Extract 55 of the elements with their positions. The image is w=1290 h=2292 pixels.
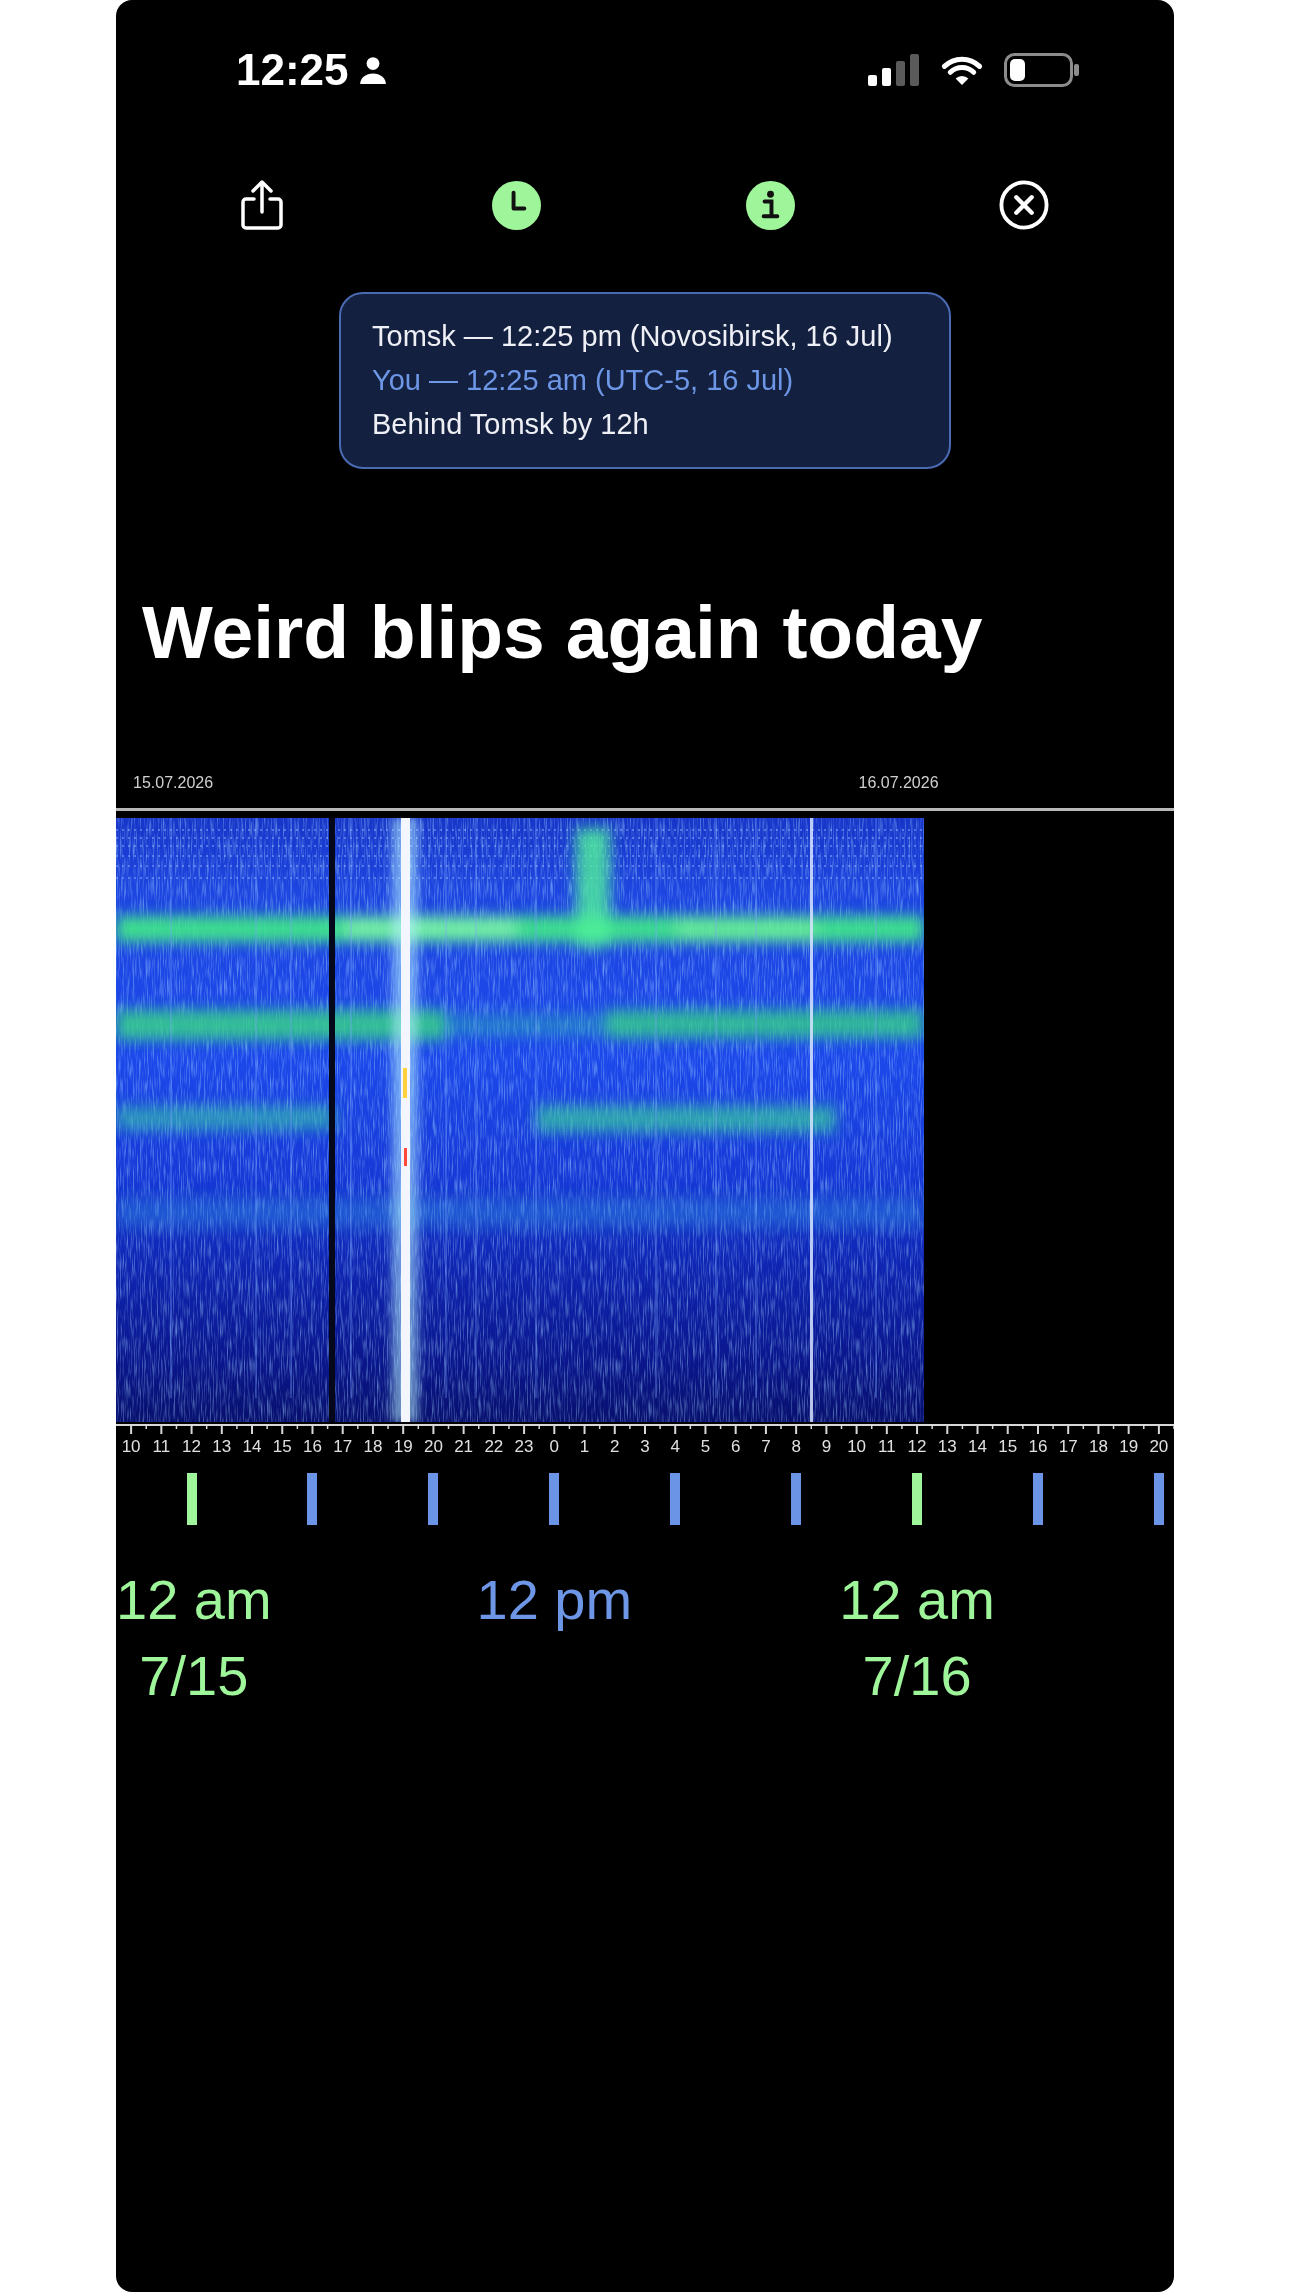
hour-label: 18 [1088,1437,1108,1457]
hour-label: 23 [514,1437,534,1457]
hour-label: 8 [791,1437,801,1457]
hour-label: 14 [242,1437,262,1457]
hour-label: 16 [303,1437,322,1457]
hour-label: 20 [1149,1437,1169,1457]
hour-label: 14 [968,1437,987,1457]
person-icon [358,56,387,84]
hour-label: 15 [272,1437,292,1457]
hour-label: 11 [878,1437,896,1457]
date-label: 16.07.2026 [857,773,939,793]
hour-label: 19 [393,1437,413,1457]
popover-text: You — 12:25 am (UTC-5, 16 Jul) [372,363,795,398]
hour-label: 11 [152,1437,171,1457]
hour-label: 3 [640,1437,650,1457]
wifi-icon [940,54,984,86]
hour-label: 5 [700,1437,711,1457]
hour-label: 0 [549,1437,560,1457]
status-time: 12:25 [236,44,349,96]
post-title: Weird blips again today [142,589,984,676]
date-label: 7/16 [862,1643,972,1709]
popover-text: Behind Tomsk by 12h [372,407,650,442]
hour-label: 17 [333,1437,353,1457]
hour-label: 10 [121,1437,141,1457]
hour-label: 21 [454,1437,474,1457]
info-icon[interactable] [745,180,795,230]
date-label: 7/15 [139,1643,249,1709]
hour-label: 16 [1028,1437,1048,1457]
hour-label: 6 [730,1437,741,1457]
time-label: 12 am [116,1567,272,1633]
hour-label: 9 [821,1437,832,1457]
time-label: 12 pm [476,1567,633,1633]
time-label: 12 am [839,1567,995,1633]
hour-label: 22 [484,1437,504,1457]
popover-text: Tomsk — 12:25 pm (Novosibirsk, 16 Jul) [372,319,894,354]
hour-label: 18 [363,1437,383,1457]
share-icon[interactable] [240,179,284,231]
hour-label: 2 [610,1437,620,1457]
hour-label: 1 [579,1437,590,1457]
hour-label: 12 [907,1437,927,1457]
hour-label: 12 [182,1437,201,1457]
hour-label: 13 [212,1437,232,1457]
hour-label: 7 [761,1437,771,1457]
hour-label: 15 [998,1437,1018,1457]
close-icon[interactable] [999,180,1049,230]
date-label: 15.07.2026 [132,773,214,793]
hour-label: 17 [1058,1437,1078,1457]
clock-icon[interactable] [491,180,541,230]
hour-label: 4 [670,1437,680,1457]
hour-label: 10 [847,1437,867,1457]
battery-icon [1004,53,1080,87]
signal-icon [868,54,920,86]
hour-label: 19 [1119,1437,1139,1457]
hour-label: 20 [423,1437,443,1457]
hour-label: 13 [937,1437,957,1457]
